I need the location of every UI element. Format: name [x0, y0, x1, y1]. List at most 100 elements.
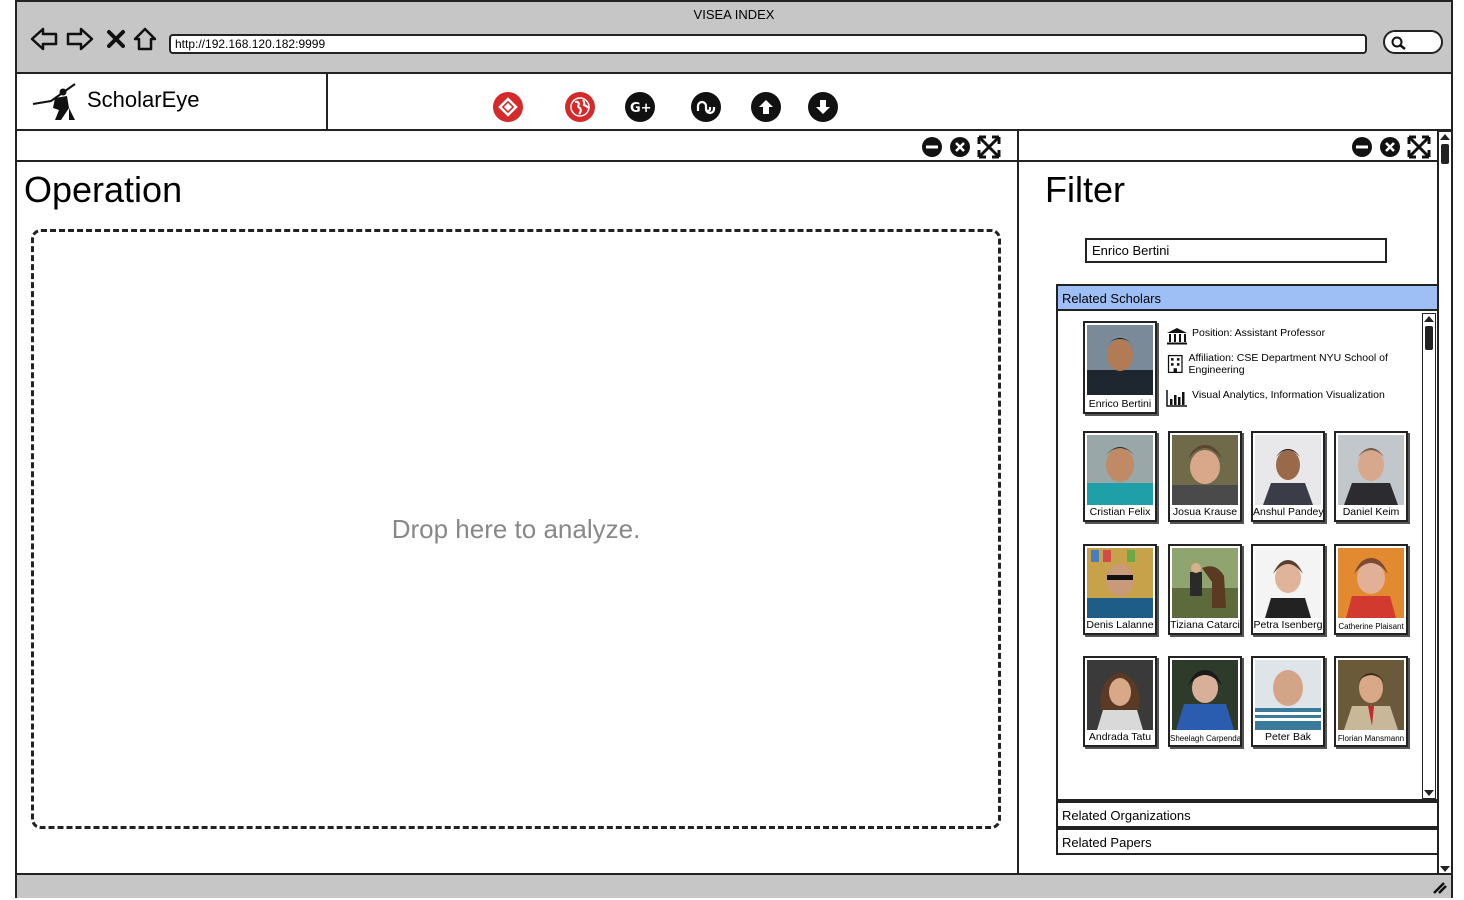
scholar-card[interactable]: Andrada Tatu: [1083, 656, 1157, 747]
scholar-name: Daniel Keim: [1342, 506, 1400, 518]
scholar-photo: [1338, 660, 1404, 730]
profile-interests-row: Visual Analytics, Information Visualizat…: [1166, 389, 1406, 407]
window-title: VISEA INDEX: [693, 7, 775, 22]
scholar-photo: [1255, 435, 1321, 505]
scholar-photo: [1172, 548, 1238, 618]
accordion-related-papers[interactable]: Related Papers: [1056, 828, 1439, 855]
scholar-name: Florian Mansmann: [1337, 734, 1405, 743]
download-arrow-icon[interactable]: [808, 92, 838, 122]
drop-zone[interactable]: Drop here to analyze.: [31, 229, 1001, 829]
search-icon: [1391, 36, 1406, 50]
browser-window: VISEA INDEX http://192.168.120.182:9999: [15, 0, 1453, 898]
profile-affiliation-row: Affiliation: CSE Department NYU School o…: [1166, 352, 1406, 376]
minimize-icon[interactable]: [1351, 136, 1373, 158]
scholar-name: Denis Lalanne: [1086, 619, 1154, 631]
scholar-card[interactable]: Cristian Felix: [1083, 431, 1157, 522]
scholar-name: Petra Isenberg: [1253, 619, 1323, 631]
scholar-card[interactable]: Anshul Pandey: [1251, 431, 1325, 522]
operation-window-controls: [921, 135, 1001, 159]
profile-position: Position: Assistant Professor: [1192, 327, 1326, 339]
scholar-name: Tiziana Catarci: [1170, 619, 1240, 631]
scholar-name: Anshul Pandey: [1253, 506, 1323, 518]
operation-title: Operation: [24, 169, 183, 210]
browser-titlebar: VISEA INDEX http://192.168.120.182:9999: [17, 2, 1451, 74]
scholar-name: Cristian Felix: [1089, 506, 1151, 518]
close-icon[interactable]: [949, 136, 971, 158]
back-icon[interactable]: [29, 24, 59, 54]
scroll-up-icon[interactable]: [1424, 316, 1434, 322]
institution-icon: [1167, 328, 1187, 345]
svg-text:G+: G+: [630, 101, 651, 115]
scholar-card[interactable]: Sheelagh Carpendale: [1168, 656, 1242, 747]
filter-panel-header: [1019, 131, 1437, 162]
minimize-icon[interactable]: [921, 136, 943, 158]
filter-title: Filter: [1045, 169, 1125, 210]
stumbleupon-icon[interactable]: [691, 92, 721, 122]
scroll-down-icon[interactable]: [1440, 866, 1450, 872]
url-field[interactable]: http://192.168.120.182:9999: [169, 34, 1367, 54]
operation-panel: Operation Drop here to analyze.: [17, 131, 1017, 873]
resize-grip-icon[interactable]: [1431, 880, 1447, 894]
globe-icon[interactable]: [565, 92, 595, 122]
scrollbar-thumb[interactable]: [1425, 326, 1433, 350]
scrollbar-thumb[interactable]: [1441, 144, 1449, 164]
stop-icon[interactable]: [101, 24, 131, 54]
browser-search-field[interactable]: [1383, 30, 1443, 54]
filter-panel: Filter Related Scholars Enrico Bertini: [1017, 131, 1439, 875]
scholar-name: Sheelagh Carpendale: [1170, 734, 1240, 743]
scholar-card[interactable]: Petra Isenberg: [1251, 544, 1325, 635]
profile-photo: [1087, 325, 1153, 395]
forward-icon[interactable]: [65, 24, 95, 54]
drop-zone-label: Drop here to analyze.: [391, 513, 641, 544]
app-name: ScholarEye: [87, 87, 200, 112]
scroll-down-icon[interactable]: [1424, 790, 1434, 796]
filter-window-controls: [1351, 135, 1431, 159]
profile-position-row: Position: Assistant Professor: [1166, 327, 1406, 345]
scholar-photo: [1087, 435, 1153, 505]
status-bar: [17, 873, 1451, 898]
scholar-card[interactable]: Peter Bak: [1251, 656, 1325, 747]
scholar-photo: [1172, 435, 1238, 505]
scholar-card[interactable]: Josua Krause: [1168, 431, 1242, 522]
building-icon: [1167, 354, 1183, 374]
scholar-photo: [1172, 660, 1238, 730]
home-icon[interactable]: [130, 24, 160, 54]
profile-affiliation: Affiliation: CSE Department NYU School o…: [1188, 352, 1388, 376]
scholar-name: Peter Bak: [1264, 731, 1312, 743]
scholar-photo: [1087, 660, 1153, 730]
scroll-up-icon[interactable]: [1440, 134, 1450, 140]
operation-panel-header: [17, 131, 1017, 162]
brand[interactable]: ScholarEye: [17, 74, 328, 131]
scholar-card[interactable]: Catherine Plaisant: [1334, 544, 1408, 635]
scholar-card[interactable]: Denis Lalanne: [1083, 544, 1157, 635]
profile-interests: Visual Analytics, Information Visualizat…: [1192, 389, 1385, 401]
maximize-icon[interactable]: [977, 135, 1001, 159]
scholar-card[interactable]: Daniel Keim: [1334, 431, 1408, 522]
scholar-search-input[interactable]: [1085, 238, 1387, 263]
filter-panel-scrollbar[interactable]: [1438, 131, 1452, 875]
close-icon[interactable]: [1379, 136, 1401, 158]
scholar-photo: [1338, 548, 1404, 618]
scholar-name: Catherine Plaisant: [1338, 622, 1404, 631]
scholar-name: Josua Krause: [1172, 506, 1238, 518]
scholar-card[interactable]: Florian Mansmann: [1334, 656, 1408, 747]
scholareye-logo-icon: [32, 83, 76, 120]
scholar-card[interactable]: Tiziana Catarci: [1168, 544, 1242, 635]
upload-arrow-icon[interactable]: [751, 92, 781, 122]
scholar-photo: [1087, 548, 1153, 618]
profile-name: Enrico Bertini: [1088, 398, 1152, 410]
scholars-scrollbar[interactable]: [1422, 313, 1436, 799]
scholar-photo: [1255, 548, 1321, 618]
app-header: ScholarEye G+: [17, 74, 1451, 131]
scholar-photo: [1255, 660, 1321, 730]
scholar-photo: [1338, 435, 1404, 505]
profile-card[interactable]: Enrico Bertini: [1083, 321, 1157, 414]
scholar-name: Andrada Tatu: [1088, 731, 1152, 743]
related-scholars-content: Enrico Bertini Position: Assistant Profe…: [1056, 311, 1439, 801]
accordion-related-organizations[interactable]: Related Organizations: [1056, 801, 1439, 828]
accordion-related-scholars[interactable]: Related Scholars: [1056, 284, 1439, 311]
bar-chart-icon: [1166, 390, 1187, 407]
gplus-swirl-icon[interactable]: [493, 92, 523, 122]
google-plus-icon[interactable]: G+: [625, 92, 655, 122]
maximize-icon[interactable]: [1407, 135, 1431, 159]
